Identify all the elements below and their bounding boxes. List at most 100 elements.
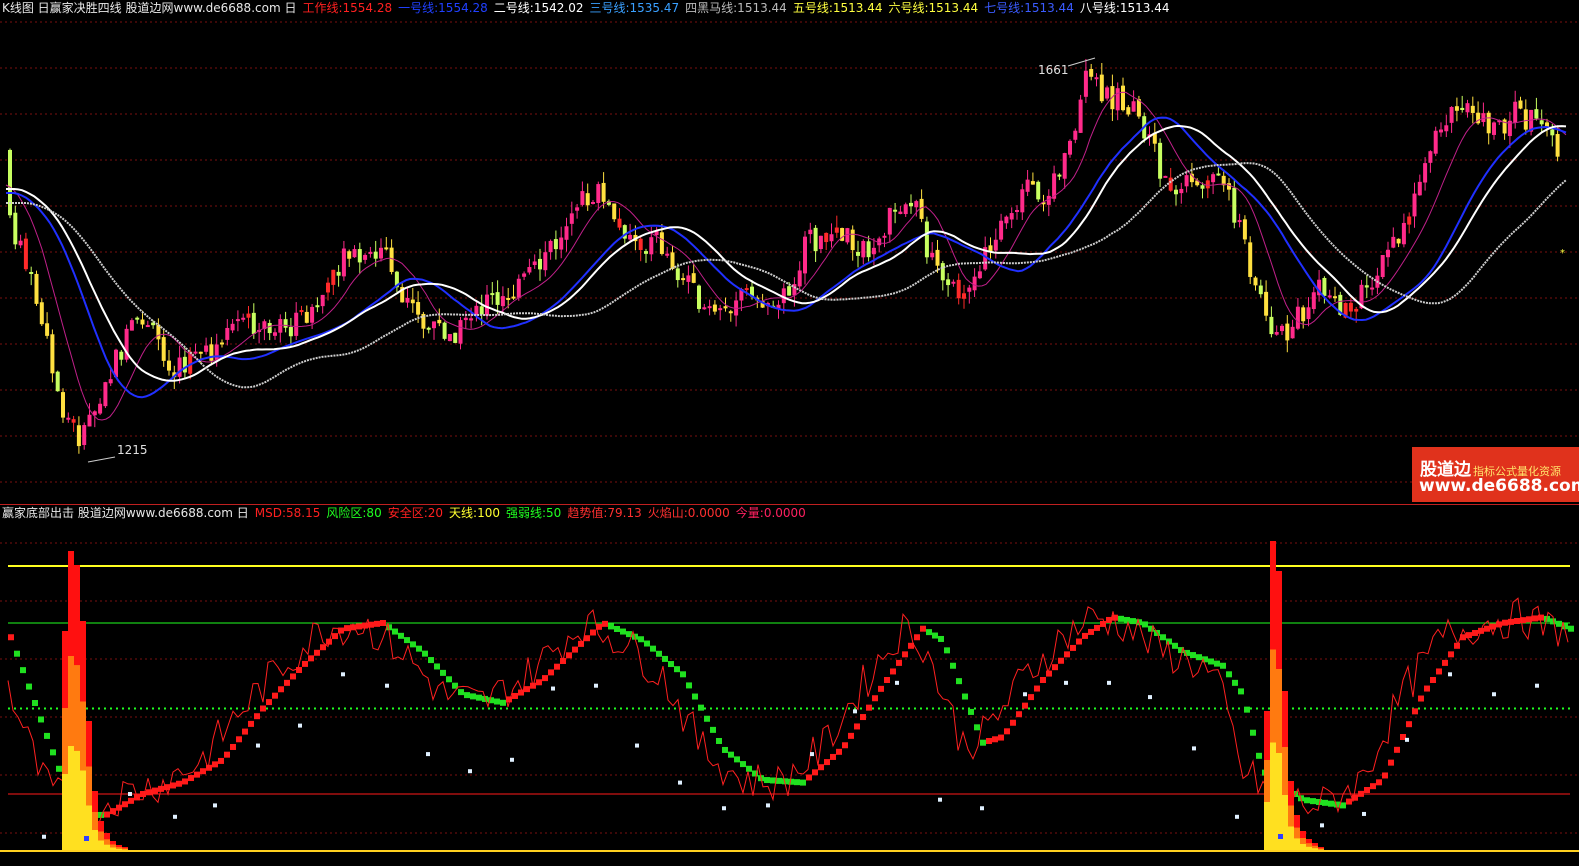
trend-step: [1250, 729, 1256, 736]
candlestick: [135, 316, 140, 324]
trend-step: [122, 801, 128, 808]
candlestick: [606, 199, 611, 207]
candlestick: [103, 381, 108, 409]
candle-body: [119, 351, 124, 360]
trend-step: [1238, 688, 1244, 695]
candlestick: [866, 235, 871, 262]
candlestick: [490, 282, 495, 305]
candle-body: [723, 306, 728, 309]
signal-marker: [810, 752, 814, 757]
candle-body: [649, 237, 654, 255]
candle-body: [1417, 181, 1422, 196]
candlestick: [34, 270, 39, 306]
candle-body: [612, 203, 617, 220]
candle-body: [1481, 113, 1486, 123]
candle-body: [601, 182, 606, 202]
candlestick: [82, 422, 87, 450]
trend-step: [1412, 708, 1418, 715]
candlestick: [1121, 77, 1125, 112]
trend-step: [650, 645, 656, 652]
candlestick: [145, 320, 150, 328]
candle-body: [1333, 296, 1337, 299]
candle-body: [1465, 103, 1470, 113]
candle-body: [336, 271, 341, 276]
kline-panel[interactable]: K线图 日赢家决胜四线 股道边网www.de6688.com 日工作线:1554…: [0, 0, 1579, 505]
candle-body: [580, 191, 585, 205]
oscillator-indicator-7: 今量:0.0000: [735, 506, 806, 520]
candlestick: [532, 254, 537, 269]
fire-bar-core: [1264, 802, 1270, 851]
candle-body: [591, 201, 595, 204]
candlestick: [1492, 121, 1496, 140]
candlestick: [702, 303, 707, 310]
trend-step: [974, 724, 980, 731]
trend-step: [1022, 702, 1028, 709]
candlestick: [1089, 63, 1094, 81]
trend-step: [392, 628, 398, 635]
trend-step: [398, 632, 404, 639]
candlestick: [71, 415, 76, 432]
trend-step: [500, 699, 506, 706]
candle-body: [1486, 112, 1491, 134]
candlestick: [1174, 185, 1178, 206]
candle-body: [145, 325, 150, 328]
trend-step: [1568, 625, 1574, 632]
fire-bar-core: [1270, 742, 1276, 851]
candlestick: [447, 333, 452, 342]
trend-step: [716, 737, 722, 744]
candlestick: [326, 277, 330, 301]
trend-step: [1088, 628, 1094, 635]
candlestick: [262, 319, 267, 341]
trend-step: [494, 698, 500, 705]
oscillator-chart-canvas[interactable]: [0, 505, 1579, 866]
candle-body: [1158, 142, 1163, 179]
candlestick: [336, 265, 341, 287]
site-watermark: 股道边 指标公式量化资源 www.de6688.com: [1412, 447, 1579, 502]
signal-marker: [213, 803, 217, 808]
candlestick: [818, 235, 823, 254]
candlestick: [924, 216, 929, 264]
trend-step: [854, 723, 860, 730]
trend-step: [1118, 615, 1124, 622]
candle-body: [267, 322, 272, 334]
trend-step: [1034, 685, 1040, 692]
candle-body: [410, 299, 415, 304]
signal-marker: [853, 709, 857, 714]
candle-body: [834, 227, 839, 233]
candle-body: [437, 319, 442, 324]
trend-step: [284, 679, 290, 686]
trend-step: [608, 623, 614, 630]
trend-step: [998, 734, 1004, 741]
candle-body: [824, 232, 829, 243]
trend-step: [1448, 651, 1454, 658]
candle-body: [1227, 183, 1231, 190]
signal-marker: [385, 683, 389, 688]
candlestick: [569, 201, 574, 236]
candlestick: [1009, 207, 1014, 229]
candle-body: [357, 249, 362, 263]
oscillator-panel[interactable]: 赢家底部出击 股道边网www.de6688.com 日 MSD:58.15 风险区:…: [0, 505, 1579, 866]
candlestick: [1518, 96, 1523, 110]
candle-body: [310, 306, 315, 323]
signal-marker: [1235, 814, 1239, 819]
candle-body: [352, 249, 357, 258]
trend-step: [944, 647, 950, 654]
trend-step: [614, 625, 620, 632]
candle-body: [1105, 87, 1110, 99]
candlestick: [1242, 215, 1247, 245]
candle-body: [1280, 325, 1284, 332]
trend-step: [980, 739, 986, 746]
candle-body: [1216, 173, 1221, 176]
panel-divider[interactable]: [0, 504, 1579, 505]
candlestick: [1057, 173, 1062, 181]
candlestick: [1386, 241, 1390, 267]
candle-body: [1523, 109, 1528, 130]
candle-body: [1513, 101, 1518, 123]
candlestick: [453, 332, 458, 344]
kline-indicator-2: 二号线:1542.02: [493, 1, 584, 15]
kline-chart-canvas[interactable]: *: [0, 0, 1579, 505]
candlestick: [1083, 58, 1088, 104]
candlestick: [1237, 213, 1242, 228]
trend-step: [542, 675, 548, 682]
candle-body: [1025, 179, 1030, 192]
